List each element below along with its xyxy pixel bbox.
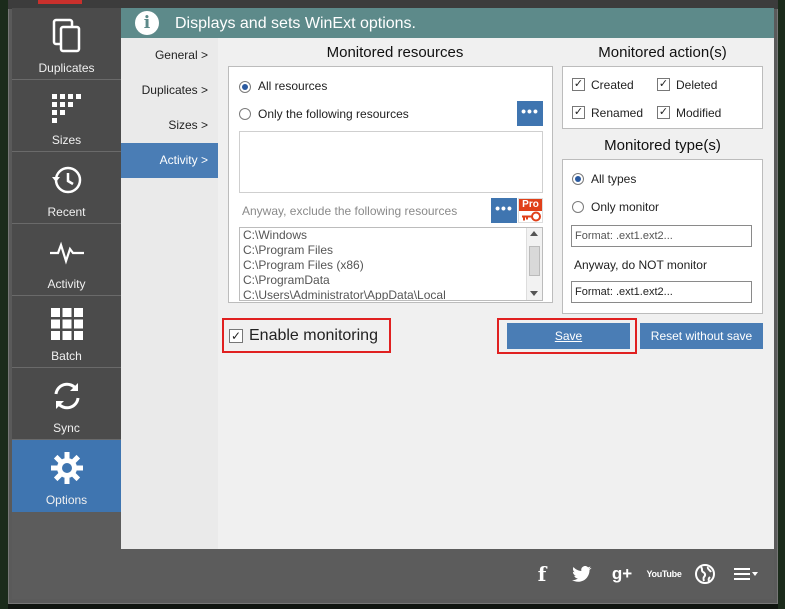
subnav-item-sizes[interactable]: Sizes > [121,108,218,143]
page-header: i Displays and sets WinExt options. [121,8,774,38]
actions-section-title: Monitored action(s) [598,44,727,61]
recent-icon [12,160,121,200]
pro-badge: Pro [519,199,542,211]
sidebar-item-duplicates[interactable]: Duplicates [12,8,121,80]
footer-bar: f g+ YouTube [121,549,774,599]
exclude-resources-label: Anyway, exclude the following resources [242,204,458,218]
list-item[interactable]: C:\Users\Administrator\AppData\Local [240,288,542,300]
list-item[interactable]: C:\Program Files (x86) [240,258,542,273]
sidebar-item-label: Sync [53,421,80,435]
all-types-radio[interactable] [572,173,584,185]
list-item[interactable]: C:\ProgramData [240,273,542,288]
background-right [778,0,785,609]
sidebar-item-activity[interactable]: Activity [12,224,121,296]
not-monitor-label: Anyway, do NOT monitor [574,258,707,272]
activity-icon [12,232,121,272]
modified-checkbox[interactable]: ✓ [657,106,670,119]
renamed-checkbox[interactable]: ✓ [572,106,585,119]
app-window: Duplicates Sizes Recent Activity Batch S… [0,0,785,609]
google-plus-icon[interactable]: g+ [610,563,634,585]
pro-key-icon[interactable]: Pro [518,198,543,223]
twitter-icon[interactable] [570,563,594,585]
sidebar-item-label: Sizes [51,133,82,147]
only-resources-label: Only the following resources [258,107,409,121]
sizes-icon [12,88,121,128]
sidebar-item-sizes[interactable]: Sizes [12,80,121,152]
list-item[interactable]: C:\Program Files [240,243,542,258]
youtube-icon[interactable]: YouTube [646,563,681,585]
created-label: Created [591,78,634,92]
created-checkbox[interactable]: ✓ [572,78,585,91]
all-types-label: All types [591,172,637,186]
sidebar-item-label: Activity [47,277,86,291]
title-bar-accent [38,0,82,4]
globe-icon[interactable] [693,563,717,585]
excluded-list-scrollbar[interactable] [526,228,542,300]
subnav-item-activity[interactable]: Activity > [121,143,218,178]
sidebar-item-label: Recent [47,205,86,219]
info-icon: i [135,11,159,35]
save-button[interactable]: Save [507,323,630,349]
excluded-resources-list[interactable]: C:\Windows C:\Program Files C:\Program F… [239,227,543,301]
browse-exclude-button[interactable]: ••• [491,198,517,223]
sync-icon [12,376,121,416]
sidebar-item-sync[interactable]: Sync [12,368,121,440]
sidebar-item-recent[interactable]: Recent [12,152,121,224]
sidebar-item-batch[interactable]: Batch [12,296,121,368]
all-resources-label: All resources [258,79,328,93]
types-section-title: Monitored type(s) [604,137,721,154]
browse-resources-button[interactable]: ••• [517,101,543,126]
deleted-checkbox[interactable]: ✓ [657,78,670,91]
subnav-item-general[interactable]: General > [121,38,218,73]
reset-without-save-button[interactable]: Reset without save [640,323,763,349]
resources-section-title: Monitored resources [326,44,464,61]
deleted-label: Deleted [676,78,718,92]
enable-monitoring-label: Enable monitoring [249,327,378,344]
options-icon [12,448,121,488]
options-content: General > Duplicates > Sizes > Activity … [121,38,774,549]
only-types-radio[interactable] [572,201,584,213]
scroll-down-icon[interactable] [530,291,538,296]
included-resources-list[interactable] [239,131,543,193]
sidebar-item-label: Batch [51,349,82,363]
only-types-field[interactable]: Format: .ext1.ext2... [571,225,752,247]
page-title: Displays and sets WinExt options. [175,15,416,32]
options-subnav: General > Duplicates > Sizes > Activity … [121,38,218,549]
main-sidebar: Duplicates Sizes Recent Activity Batch S… [12,8,121,512]
sidebar-item-label: Duplicates [38,61,95,75]
renamed-label: Renamed [591,106,644,120]
all-resources-radio[interactable] [239,81,251,93]
sidebar-item-label: Options [45,493,88,507]
facebook-icon[interactable]: f [530,562,554,586]
only-types-label: Only monitor [591,200,660,214]
modified-label: Modified [676,106,722,120]
enable-monitoring-checkbox[interactable]: ✓ [229,329,243,343]
batch-icon [12,304,121,344]
sidebar-item-options[interactable]: Options [12,440,121,512]
scroll-up-icon[interactable] [530,231,538,236]
only-resources-radio[interactable] [239,108,251,120]
not-monitor-field[interactable]: Format: .ext1.ext2... [571,281,752,303]
list-item[interactable]: C:\Windows [240,228,542,243]
scrollbar-thumb[interactable] [529,246,540,276]
duplicates-icon [12,16,121,56]
background-left [0,0,8,609]
menu-icon[interactable] [733,563,759,585]
sidebar-filler [12,512,121,599]
subnav-item-duplicates[interactable]: Duplicates > [121,73,218,108]
